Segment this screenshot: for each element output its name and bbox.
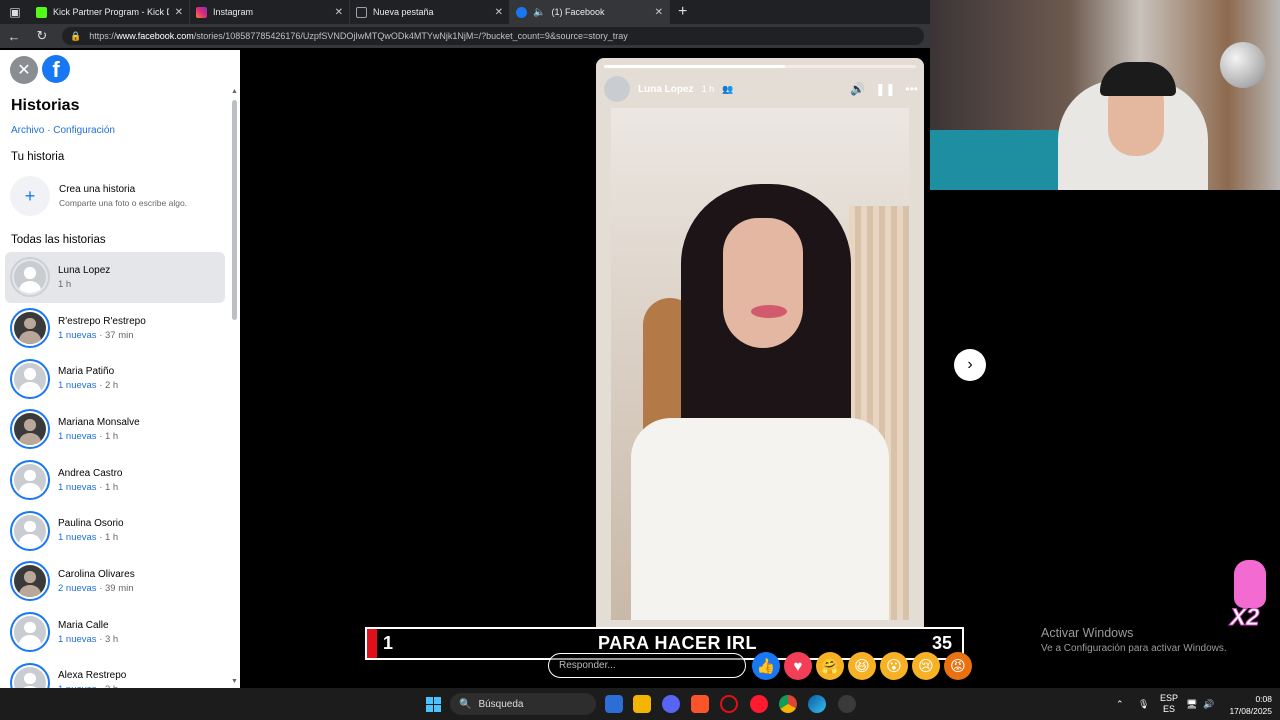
url-input[interactable]: 🔒 https://www.facebook.com/stories/10858…: [62, 27, 924, 45]
window-menu-icon[interactable]: ▣: [0, 0, 30, 24]
archive-link[interactable]: Archivo: [11, 125, 44, 136]
list-item[interactable]: Mariana Monsalve 1 nuevas · 1 h: [5, 404, 225, 455]
tab-instagram[interactable]: Instagram ✕: [190, 0, 350, 24]
opera-icon[interactable]: [750, 695, 768, 713]
webcam-overlay: [930, 0, 1280, 190]
story-age: 1 h: [701, 84, 715, 94]
volume-icon[interactable]: 🔊: [850, 82, 865, 96]
close-icon[interactable]: ✕: [10, 56, 38, 84]
chevron-up-icon[interactable]: ⌃: [1116, 688, 1124, 720]
search-icon: 🔍: [459, 698, 472, 710]
taskbar-search[interactable]: 🔍 Búsqueda: [450, 693, 596, 715]
create-story-button[interactable]: + Crea una historia Comparte una foto o …: [10, 176, 230, 216]
opera-gx-icon[interactable]: [720, 695, 738, 713]
avatar[interactable]: [604, 76, 630, 102]
back-icon[interactable]: ←: [0, 29, 28, 44]
brave-icon[interactable]: [691, 695, 709, 713]
scroll-down-icon[interactable]: ▼: [231, 678, 238, 685]
avatar: [10, 460, 50, 501]
scrollbar-thumb[interactable]: [232, 100, 237, 320]
discord-icon[interactable]: [662, 695, 680, 713]
story-controls: 🔊 ❚❚ •••: [850, 82, 918, 96]
avatar: [10, 358, 50, 399]
reactions-bar: 👍 ♥ 🤗 😆 😮 😢 😡: [752, 652, 972, 680]
more-options-icon[interactable]: •••: [905, 82, 918, 96]
story-image: [611, 108, 909, 620]
network-icon[interactable]: 🖥: [1186, 688, 1197, 720]
angry-reaction-icon[interactable]: 😡: [944, 652, 972, 680]
windows-taskbar: 🔍 Búsqueda ⌃ 🎙 ESP ES 🖥 🔊 0:08 17/08/202…: [0, 688, 1280, 720]
story-card[interactable]: Luna Lopez 1 h 👥 🔊 ❚❚ •••: [596, 58, 924, 640]
plus-icon: +: [10, 176, 50, 216]
tab-kick[interactable]: Kick Partner Program - Kick Dash ✕: [30, 0, 190, 24]
address-bar: ← ↻ 🔒 https://www.facebook.com/stories/1…: [0, 24, 930, 48]
friends-icon: 👥: [722, 83, 734, 94]
new-tab-button[interactable]: +: [678, 3, 687, 21]
list-item[interactable]: R'estrepo R'estrepo 1 nuevas · 37 min: [5, 303, 225, 354]
your-story-heading: Tu historia: [11, 151, 65, 163]
volume-tray-icon[interactable]: 🔊: [1203, 688, 1214, 720]
reply-input[interactable]: Responder...: [548, 653, 746, 678]
obs-icon[interactable]: [838, 695, 856, 713]
pause-icon[interactable]: ❚❚: [875, 82, 895, 96]
story-list: Luna Lopez 1 h R'estrepo R'estrepo 1 nueva…: [5, 252, 225, 708]
list-item[interactable]: Andrea Castro 1 nuevas · 1 h: [5, 455, 225, 506]
settings-link[interactable]: Configuración: [53, 125, 115, 136]
file-explorer-icon[interactable]: [633, 695, 651, 713]
tab-new[interactable]: Nueva pestaña ✕: [350, 0, 510, 24]
avatar: [10, 308, 50, 349]
x2-badge: X2: [1229, 560, 1270, 640]
sad-reaction-icon[interactable]: 😢: [912, 652, 940, 680]
close-tab-icon[interactable]: ✕: [175, 7, 183, 18]
story-header: Luna Lopez 1 h 👥: [604, 76, 733, 102]
avatar: [10, 510, 50, 551]
avatar: [10, 257, 50, 298]
widgets-icon[interactable]: [605, 695, 623, 713]
start-icon[interactable]: [426, 697, 441, 712]
list-item[interactable]: Luna Lopez 1 h: [5, 252, 225, 303]
care-reaction-icon[interactable]: 🤗: [816, 652, 844, 680]
story-author[interactable]: Luna Lopez: [638, 84, 694, 95]
windows-activation-watermark: Activar Windows Ve a Configuración para …: [1041, 626, 1227, 654]
page-title: Historias: [11, 97, 80, 114]
hand-icon: [1234, 560, 1266, 608]
speaker-icon[interactable]: 🔈: [533, 7, 545, 18]
avatar: [10, 409, 50, 450]
chevron-right-icon: ›: [967, 356, 973, 373]
facebook-icon: [516, 6, 527, 18]
avatar: [10, 561, 50, 602]
tab-facebook[interactable]: 🔈 (1) Facebook ✕: [510, 0, 670, 24]
instagram-icon: [196, 6, 207, 18]
list-item[interactable]: Paulina Osorio 1 nuevas · 1 h: [5, 505, 225, 556]
scroll-up-icon[interactable]: ▲: [231, 88, 238, 95]
facebook-logo-icon[interactable]: f: [42, 55, 70, 83]
lock-icon: 🔒: [70, 30, 82, 41]
story-progress-bar: [604, 65, 916, 68]
avatar: [10, 612, 50, 653]
reload-icon[interactable]: ↻: [28, 28, 56, 44]
sidebar-links: Archivo · Configuración: [11, 125, 115, 136]
list-item[interactable]: Carolina Olivares 2 nuevas · 39 min: [5, 556, 225, 607]
microphone-icon[interactable]: 🎙: [1138, 688, 1149, 720]
sidebar-scrollbar[interactable]: ▲ ▼: [231, 88, 238, 688]
chrome-icon[interactable]: [779, 695, 797, 713]
next-story-button[interactable]: ›: [954, 349, 986, 381]
close-tab-icon[interactable]: ✕: [335, 7, 343, 18]
list-item[interactable]: Maria Patiño 1 nuevas · 2 h: [5, 353, 225, 404]
kick-icon: [36, 6, 47, 18]
wow-reaction-icon[interactable]: 😮: [880, 652, 908, 680]
language-indicator[interactable]: ESP ES: [1160, 688, 1178, 720]
page-icon: [356, 6, 367, 18]
like-reaction-icon[interactable]: 👍: [752, 652, 780, 680]
all-stories-heading: Todas las historias: [11, 234, 106, 246]
haha-reaction-icon[interactable]: 😆: [848, 652, 876, 680]
close-tab-icon[interactable]: ✕: [495, 7, 503, 18]
edge-icon[interactable]: [808, 695, 826, 713]
close-tab-icon[interactable]: ✕: [655, 7, 663, 18]
browser-tab-bar: ▣ Kick Partner Program - Kick Dash ✕ Ins…: [0, 0, 930, 24]
list-item[interactable]: Maria Calle 1 nuevas · 3 h: [5, 607, 225, 658]
love-reaction-icon[interactable]: ♥: [784, 652, 812, 680]
taskbar-clock[interactable]: 0:08 17/08/2025: [1224, 693, 1272, 717]
